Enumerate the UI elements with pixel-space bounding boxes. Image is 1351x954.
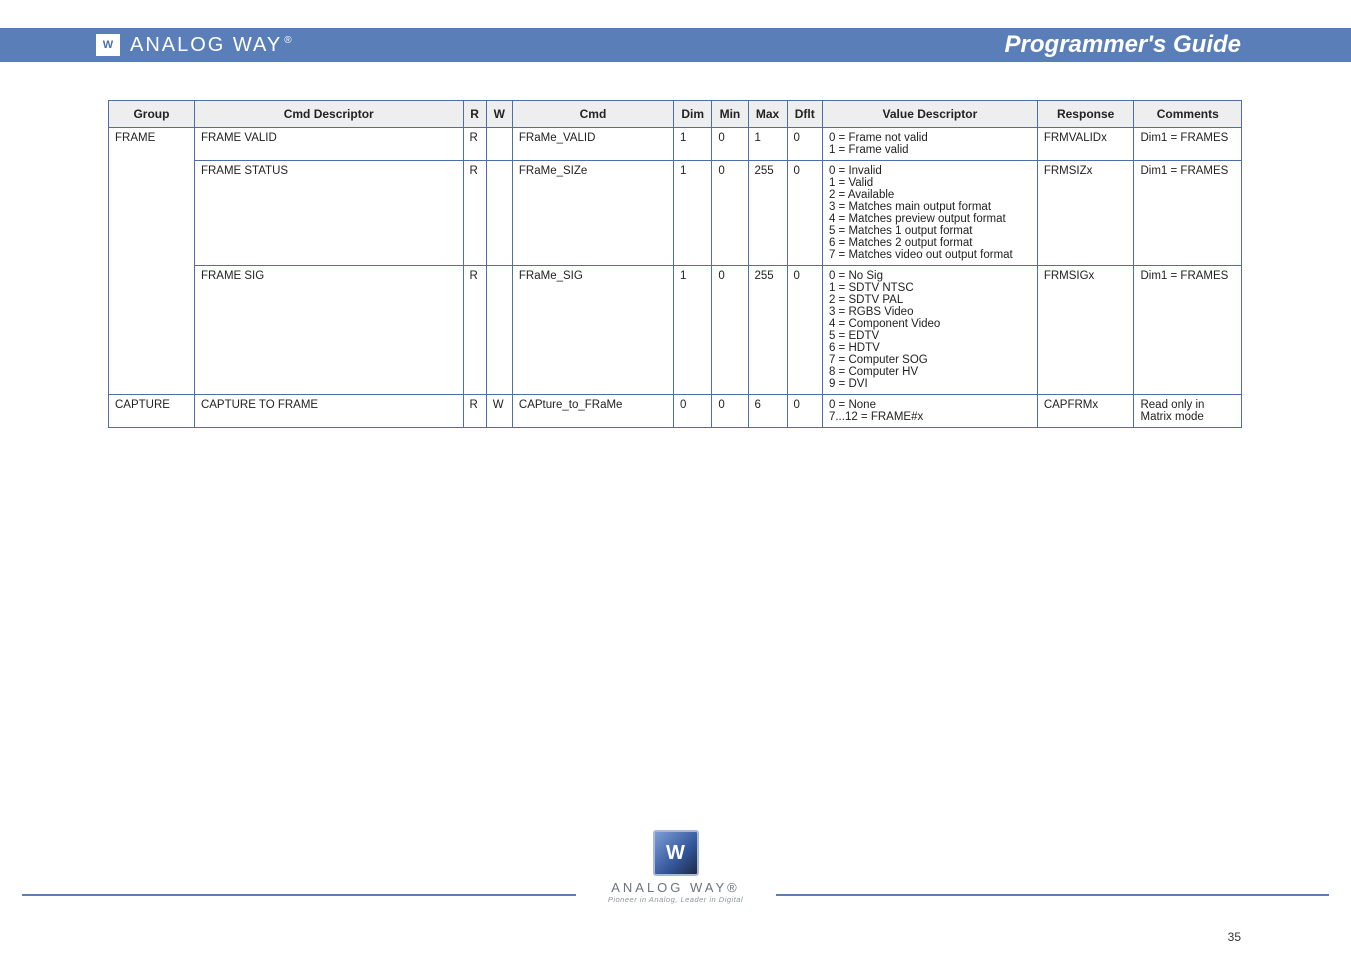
cell-valdesc: 0 = None7...12 = FRAME#x: [822, 395, 1037, 428]
cell-w: [486, 128, 512, 161]
cell-min: 0: [712, 128, 748, 161]
cell-max: 255: [748, 161, 787, 266]
cell-def: 0: [787, 161, 822, 266]
footer-brandline: ANALOG WAY®: [596, 880, 756, 895]
cell-cmd: FRaMe_SIZe: [512, 161, 673, 266]
brand-block: W ANALOG WAY®: [96, 34, 294, 57]
cell-w: [486, 266, 512, 395]
brand-registered-icon: ®: [284, 35, 293, 46]
footer: W ANALOG WAY® Pioneer in Analog, Leader …: [22, 830, 1329, 920]
th-dim: Dim: [674, 101, 712, 128]
cell-cmddesc: CAPTURE TO FRAME: [194, 395, 463, 428]
cell-group: CAPTURE: [109, 395, 195, 428]
header-bar: W ANALOG WAY® Programmer's Guide: [0, 28, 1351, 62]
cell-max: 1: [748, 128, 787, 161]
cell-r: R: [463, 395, 486, 428]
cell-cmd: CAPture_to_FRaMe: [512, 395, 673, 428]
cell-cmddesc: FRAME VALID: [194, 128, 463, 161]
page-number: 35: [1228, 930, 1241, 944]
cell-r: R: [463, 128, 486, 161]
cell-cmddesc: FRAME SIG: [194, 266, 463, 395]
cell-comm: Read only in Matrix mode: [1134, 395, 1242, 428]
cell-def: 0: [787, 266, 822, 395]
footer-rule-left-icon: [22, 894, 576, 896]
command-table-wrap: Group Cmd Descriptor R W Cmd Dim Min Max…: [108, 100, 1242, 428]
table-row: FRAME SIG R FRaMe_SIG 1 0 255 0 0 = No S…: [109, 266, 1242, 395]
th-w: W: [486, 101, 512, 128]
cell-resp: FRMVALIDx: [1037, 128, 1134, 161]
th-comments: Comments: [1134, 101, 1242, 128]
cell-min: 0: [712, 395, 748, 428]
guide-title: Programmer's Guide: [1005, 31, 1241, 59]
brand-text: ANALOG WAY®: [130, 34, 294, 57]
footer-tagline: Pioneer in Analog, Leader in Digital: [596, 895, 756, 904]
cell-dim: 1: [674, 161, 712, 266]
footer-cube-icon: W: [653, 830, 699, 876]
cell-valdesc: 0 = Invalid1 = Valid2 = Available3 = Mat…: [822, 161, 1037, 266]
cell-max: 255: [748, 266, 787, 395]
cell-valdesc: 0 = No Sig1 = SDTV NTSC2 = SDTV PAL3 = R…: [822, 266, 1037, 395]
footer-logo-block: W ANALOG WAY® Pioneer in Analog, Leader …: [596, 830, 756, 904]
command-table: Group Cmd Descriptor R W Cmd Dim Min Max…: [108, 100, 1242, 428]
cell-comm: Dim1 = FRAMES: [1134, 266, 1242, 395]
cell-comm: Dim1 = FRAMES: [1134, 161, 1242, 266]
th-r: R: [463, 101, 486, 128]
cell-dim: 1: [674, 266, 712, 395]
cell-cmddesc: FRAME STATUS: [194, 161, 463, 266]
th-max: Max: [748, 101, 787, 128]
cell-resp: FRMSIGx: [1037, 266, 1134, 395]
cell-group: FRAME: [109, 128, 195, 395]
cell-w: [486, 161, 512, 266]
table-row: CAPTURE CAPTURE TO FRAME R W CAPture_to_…: [109, 395, 1242, 428]
cell-w: W: [486, 395, 512, 428]
cell-cmd: FRaMe_VALID: [512, 128, 673, 161]
cell-min: 0: [712, 161, 748, 266]
th-cmd: Cmd: [512, 101, 673, 128]
cell-def: 0: [787, 128, 822, 161]
brand-name: ANALOG WAY: [130, 34, 282, 56]
th-cmd-desc: Cmd Descriptor: [194, 101, 463, 128]
cell-dim: 1: [674, 128, 712, 161]
cell-r: R: [463, 161, 486, 266]
cell-min: 0: [712, 266, 748, 395]
th-val-desc: Value Descriptor: [822, 101, 1037, 128]
cell-comm: Dim1 = FRAMES: [1134, 128, 1242, 161]
th-response: Response: [1037, 101, 1134, 128]
header-inner: W ANALOG WAY® Programmer's Guide: [0, 28, 1351, 62]
table-row: FRAME FRAME VALID R FRaMe_VALID 1 0 1 0 …: [109, 128, 1242, 161]
cell-max: 6: [748, 395, 787, 428]
footer-rule-right-icon: [776, 894, 1330, 896]
th-default: Dflt: [787, 101, 822, 128]
th-group: Group: [109, 101, 195, 128]
cell-dim: 0: [674, 395, 712, 428]
table-header-row: Group Cmd Descriptor R W Cmd Dim Min Max…: [109, 101, 1242, 128]
th-min: Min: [712, 101, 748, 128]
table-row: FRAME STATUS R FRaMe_SIZe 1 0 255 0 0 = …: [109, 161, 1242, 266]
cell-valdesc: 0 = Frame not valid1 = Frame valid: [822, 128, 1037, 161]
cell-r: R: [463, 266, 486, 395]
cell-resp: FRMSIZx: [1037, 161, 1134, 266]
cell-resp: CAPFRMx: [1037, 395, 1134, 428]
brand-logo-icon: W: [96, 34, 120, 56]
cell-def: 0: [787, 395, 822, 428]
cell-cmd: FRaMe_SIG: [512, 266, 673, 395]
